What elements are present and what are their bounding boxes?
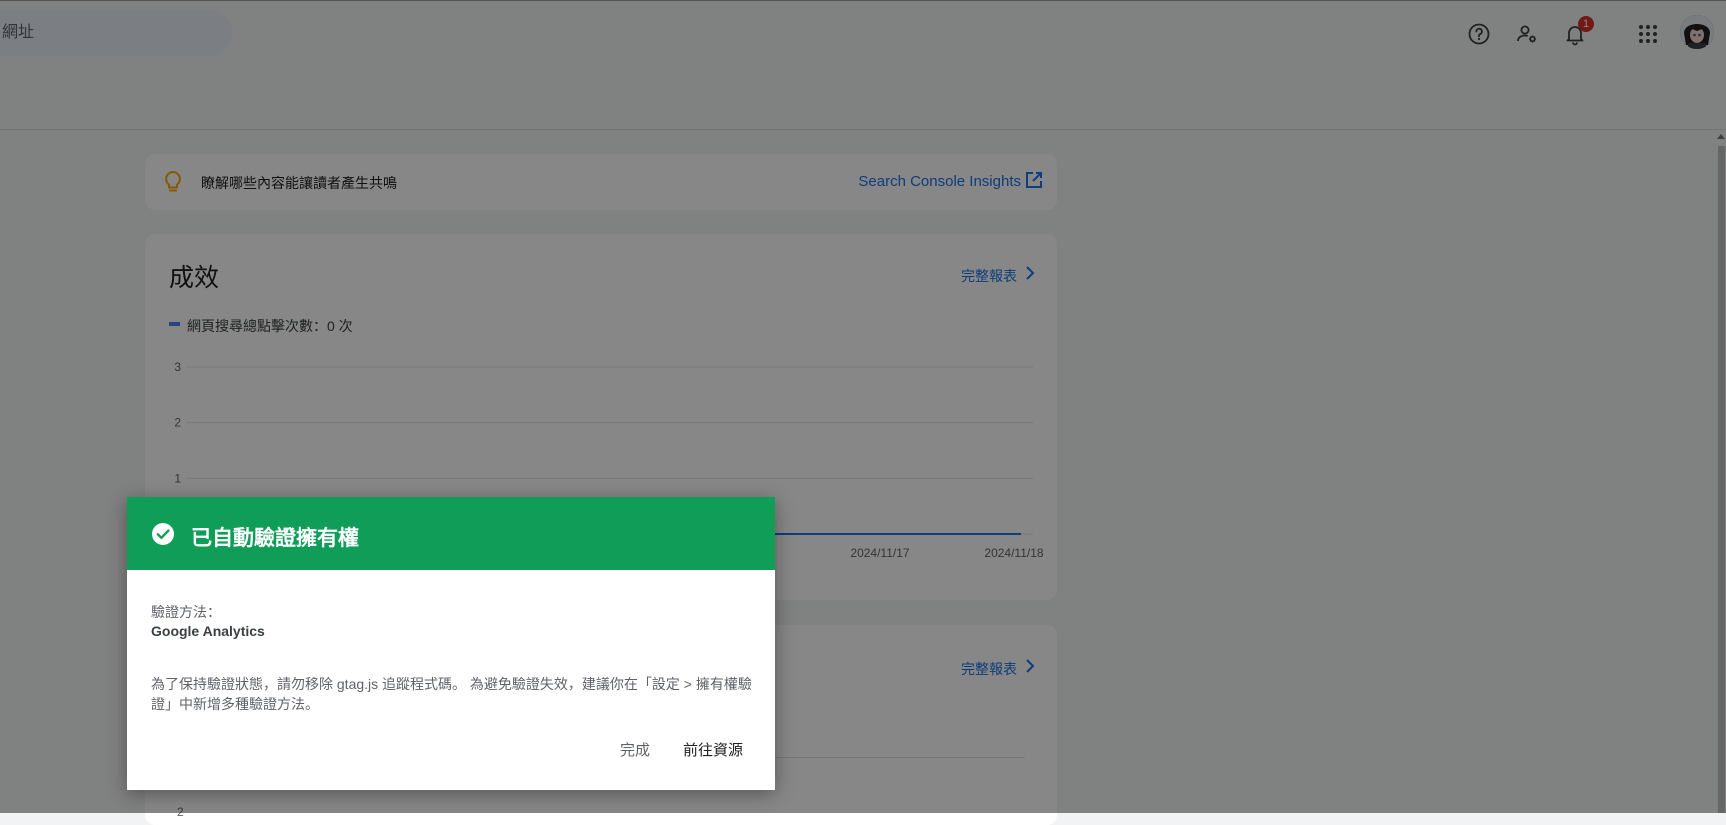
verification-method-value: Google Analytics (151, 623, 265, 639)
ownership-verified-dialog: 已自動驗證擁有權 驗證方法： Google Analytics 為了保持驗證狀態… (127, 497, 775, 790)
done-button[interactable]: 完成 (614, 735, 656, 764)
dialog-title: 已自動驗證擁有權 (191, 527, 359, 550)
dialog-header: 已自動驗證擁有權 (127, 497, 775, 570)
check-circle-icon (152, 523, 174, 545)
go-to-property-button[interactable]: 前往資源 (677, 735, 749, 764)
dialog-body-text: 為了保持驗證狀態，請勿移除 gtag.js 追蹤程式碼。 為避免驗證失效，建議你… (151, 676, 752, 712)
verification-method-label: 驗證方法： (151, 604, 221, 620)
